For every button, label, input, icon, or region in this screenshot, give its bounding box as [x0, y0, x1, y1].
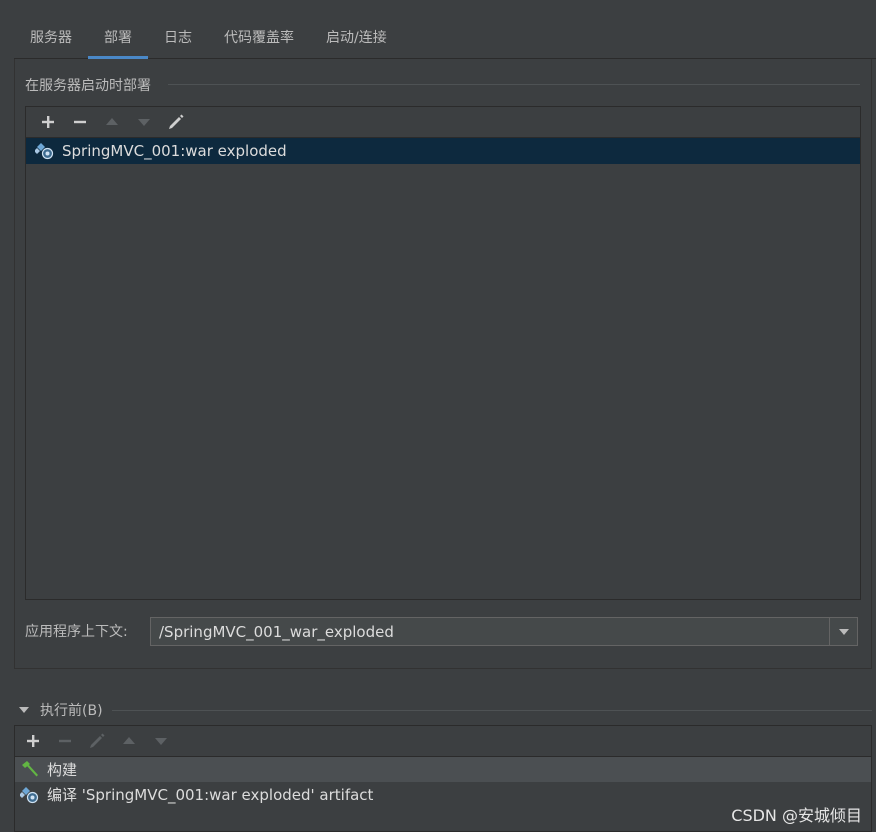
context-combobox[interactable]: /SpringMVC_001_war_exploded	[150, 617, 858, 646]
arrow-up-icon[interactable]	[113, 729, 145, 753]
minus-icon[interactable]	[49, 729, 81, 753]
list-item-label: SpringMVC_001:war exploded	[62, 142, 287, 160]
minus-icon[interactable]	[64, 110, 96, 134]
deploy-section-title: 在服务器启动时部署	[25, 78, 151, 94]
list-item-label: 构建	[47, 761, 78, 779]
plus-icon[interactable]	[17, 729, 49, 753]
hammer-icon	[19, 760, 41, 779]
artifact-icon	[34, 142, 56, 160]
tab-startup-connection[interactable]: 启动/连接	[310, 18, 403, 58]
list-item-label: 编译 'SpringMVC_001:war exploded' artifact	[47, 786, 374, 804]
pencil-icon[interactable]	[160, 110, 192, 134]
tab-server[interactable]: 服务器	[14, 18, 88, 58]
before-launch-header[interactable]: 执行前(B)	[18, 700, 103, 720]
before-launch-toolbar	[15, 726, 871, 757]
chevron-down-icon[interactable]	[829, 618, 857, 645]
before-launch-divider	[112, 710, 872, 711]
artifact-icon	[19, 786, 41, 804]
run-config-deployment-panel: 服务器 部署 日志 代码覆盖率 启动/连接 在服务器启动时部署 SpringMV…	[0, 0, 876, 832]
arrow-down-icon[interactable]	[128, 110, 160, 134]
tab-deployment[interactable]: 部署	[88, 18, 148, 59]
tab-bar: 服务器 部署 日志 代码覆盖率 启动/连接	[14, 18, 876, 59]
deployment-list: SpringMVC_001:war exploded	[25, 106, 861, 600]
tab-coverage[interactable]: 代码覆盖率	[208, 18, 310, 58]
collapse-triangle-icon[interactable]	[18, 702, 30, 718]
deployment-toolbar	[26, 107, 860, 138]
list-item[interactable]: SpringMVC_001:war exploded	[26, 138, 860, 164]
arrow-down-icon[interactable]	[145, 729, 177, 753]
section-divider	[168, 84, 860, 85]
plus-icon[interactable]	[32, 110, 64, 134]
before-launch-title: 执行前(B)	[40, 703, 103, 719]
context-label: 应用程序上下文:	[25, 624, 128, 640]
list-item[interactable]: 构建	[15, 757, 871, 782]
context-value[interactable]: /SpringMVC_001_war_exploded	[151, 623, 829, 641]
arrow-up-icon[interactable]	[96, 110, 128, 134]
pencil-icon[interactable]	[81, 729, 113, 753]
watermark: CSDN @安城倾目	[731, 806, 862, 825]
tab-logs[interactable]: 日志	[148, 18, 208, 58]
